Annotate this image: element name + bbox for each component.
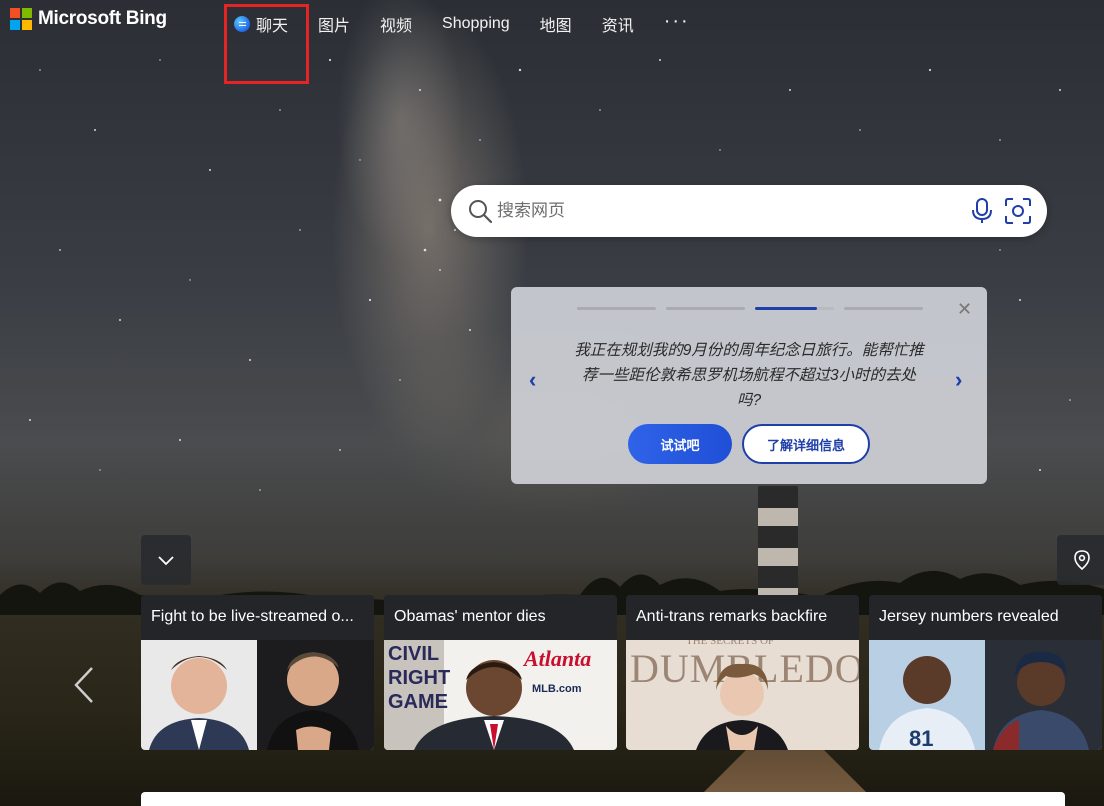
feed-panel-top: [141, 792, 1065, 806]
svg-text:THE SECRETS OF: THE SECRETS OF: [686, 640, 774, 647]
bing-logo-link[interactable]: Microsoft Bing: [10, 8, 167, 30]
nav-item-maps[interactable]: 地图: [540, 12, 572, 36]
try-it-button[interactable]: 试试吧: [628, 424, 732, 464]
nav-item-more[interactable]: ···: [664, 11, 690, 31]
news-thumbnail: CIVIL RIGHT GAME Atlanta MLB.com: [384, 640, 617, 750]
news-card[interactable]: Anti-trans remarks backfire DUMBLEDOR TH…: [626, 595, 859, 750]
progress-segment-active: [755, 307, 834, 310]
microsoft-logo-icon: [10, 8, 32, 30]
nav-item-label: Shopping: [442, 15, 510, 32]
news-thumbnail: [141, 640, 374, 750]
nav-item-news[interactable]: 资讯: [602, 12, 634, 36]
news-title: Obamas' mentor dies: [384, 595, 617, 640]
news-card[interactable]: Obamas' mentor dies CIVIL RIGHT GAME Atl…: [384, 595, 617, 750]
chevron-right-icon[interactable]: ›: [955, 367, 962, 393]
news-card[interactable]: Fight to be live-streamed o...: [141, 595, 374, 750]
learn-more-button[interactable]: 了解详细信息: [742, 424, 870, 464]
nav-item-label: 图片: [318, 18, 351, 35]
visual-search-icon[interactable]: [1004, 197, 1032, 225]
svg-text:GAME: GAME: [388, 691, 448, 713]
chevron-down-icon: [158, 556, 174, 566]
news-card[interactable]: Jersey numbers revealed 81: [869, 595, 1102, 750]
svg-text:81: 81: [909, 726, 933, 750]
news-title: Anti-trans remarks backfire: [626, 595, 859, 640]
progress-segment: [666, 307, 745, 310]
suggestion-text: 我正在规划我的9月份的周年纪念日旅行。能帮忙推荐一些距伦敦希思罗机场航程不超过3…: [574, 342, 924, 409]
lighthouse: [758, 486, 798, 596]
search-input[interactable]: [497, 197, 957, 225]
header: Microsoft Bing 聊天 图片 视频 Shopping 地图 资讯 ·…: [0, 0, 1104, 84]
microphone-icon[interactable]: [971, 198, 993, 224]
chevron-left-icon[interactable]: ‹: [529, 367, 536, 393]
brand-name: Microsoft Bing: [38, 8, 167, 29]
collapse-feed-button[interactable]: [141, 535, 191, 585]
carousel-progress: [577, 307, 923, 310]
svg-text:Atlanta: Atlanta: [522, 646, 591, 671]
search-icon: [469, 200, 493, 224]
svg-text:MLB.com: MLB.com: [532, 683, 582, 695]
chat-suggestion-card: ✕ ‹ › 我正在规划我的9月份的周年纪念日旅行。能帮忙推荐一些距伦敦希思罗机场…: [511, 287, 987, 484]
news-title: Fight to be live-streamed o...: [141, 595, 374, 640]
nav-item-label: 地图: [539, 18, 572, 35]
nav-item-images[interactable]: 图片: [318, 12, 350, 36]
svg-text:CIVIL: CIVIL: [388, 643, 439, 665]
nav-item-label: 视频: [380, 18, 413, 35]
progress-segment: [577, 307, 656, 310]
annotation-highlight-box: [224, 4, 309, 84]
news-title: Jersey numbers revealed: [869, 595, 1102, 640]
svg-text:RIGHT: RIGHT: [388, 667, 450, 689]
location-pin-icon: [1074, 550, 1090, 570]
progress-segment: [844, 307, 923, 310]
search-box[interactable]: [451, 185, 1047, 237]
close-icon[interactable]: ✕: [957, 300, 972, 318]
chevron-left-icon: [74, 667, 93, 703]
news-thumbnail: DUMBLEDOR THE SECRETS OF: [626, 640, 859, 750]
nav-item-label: 资讯: [601, 18, 634, 35]
news-prev-button[interactable]: [72, 666, 96, 709]
nav-item-shopping[interactable]: Shopping: [442, 15, 510, 33]
location-button[interactable]: [1057, 535, 1104, 585]
news-thumbnail: 81: [869, 640, 1102, 750]
nav-item-videos[interactable]: 视频: [380, 12, 412, 36]
more-icon: ···: [663, 10, 690, 32]
